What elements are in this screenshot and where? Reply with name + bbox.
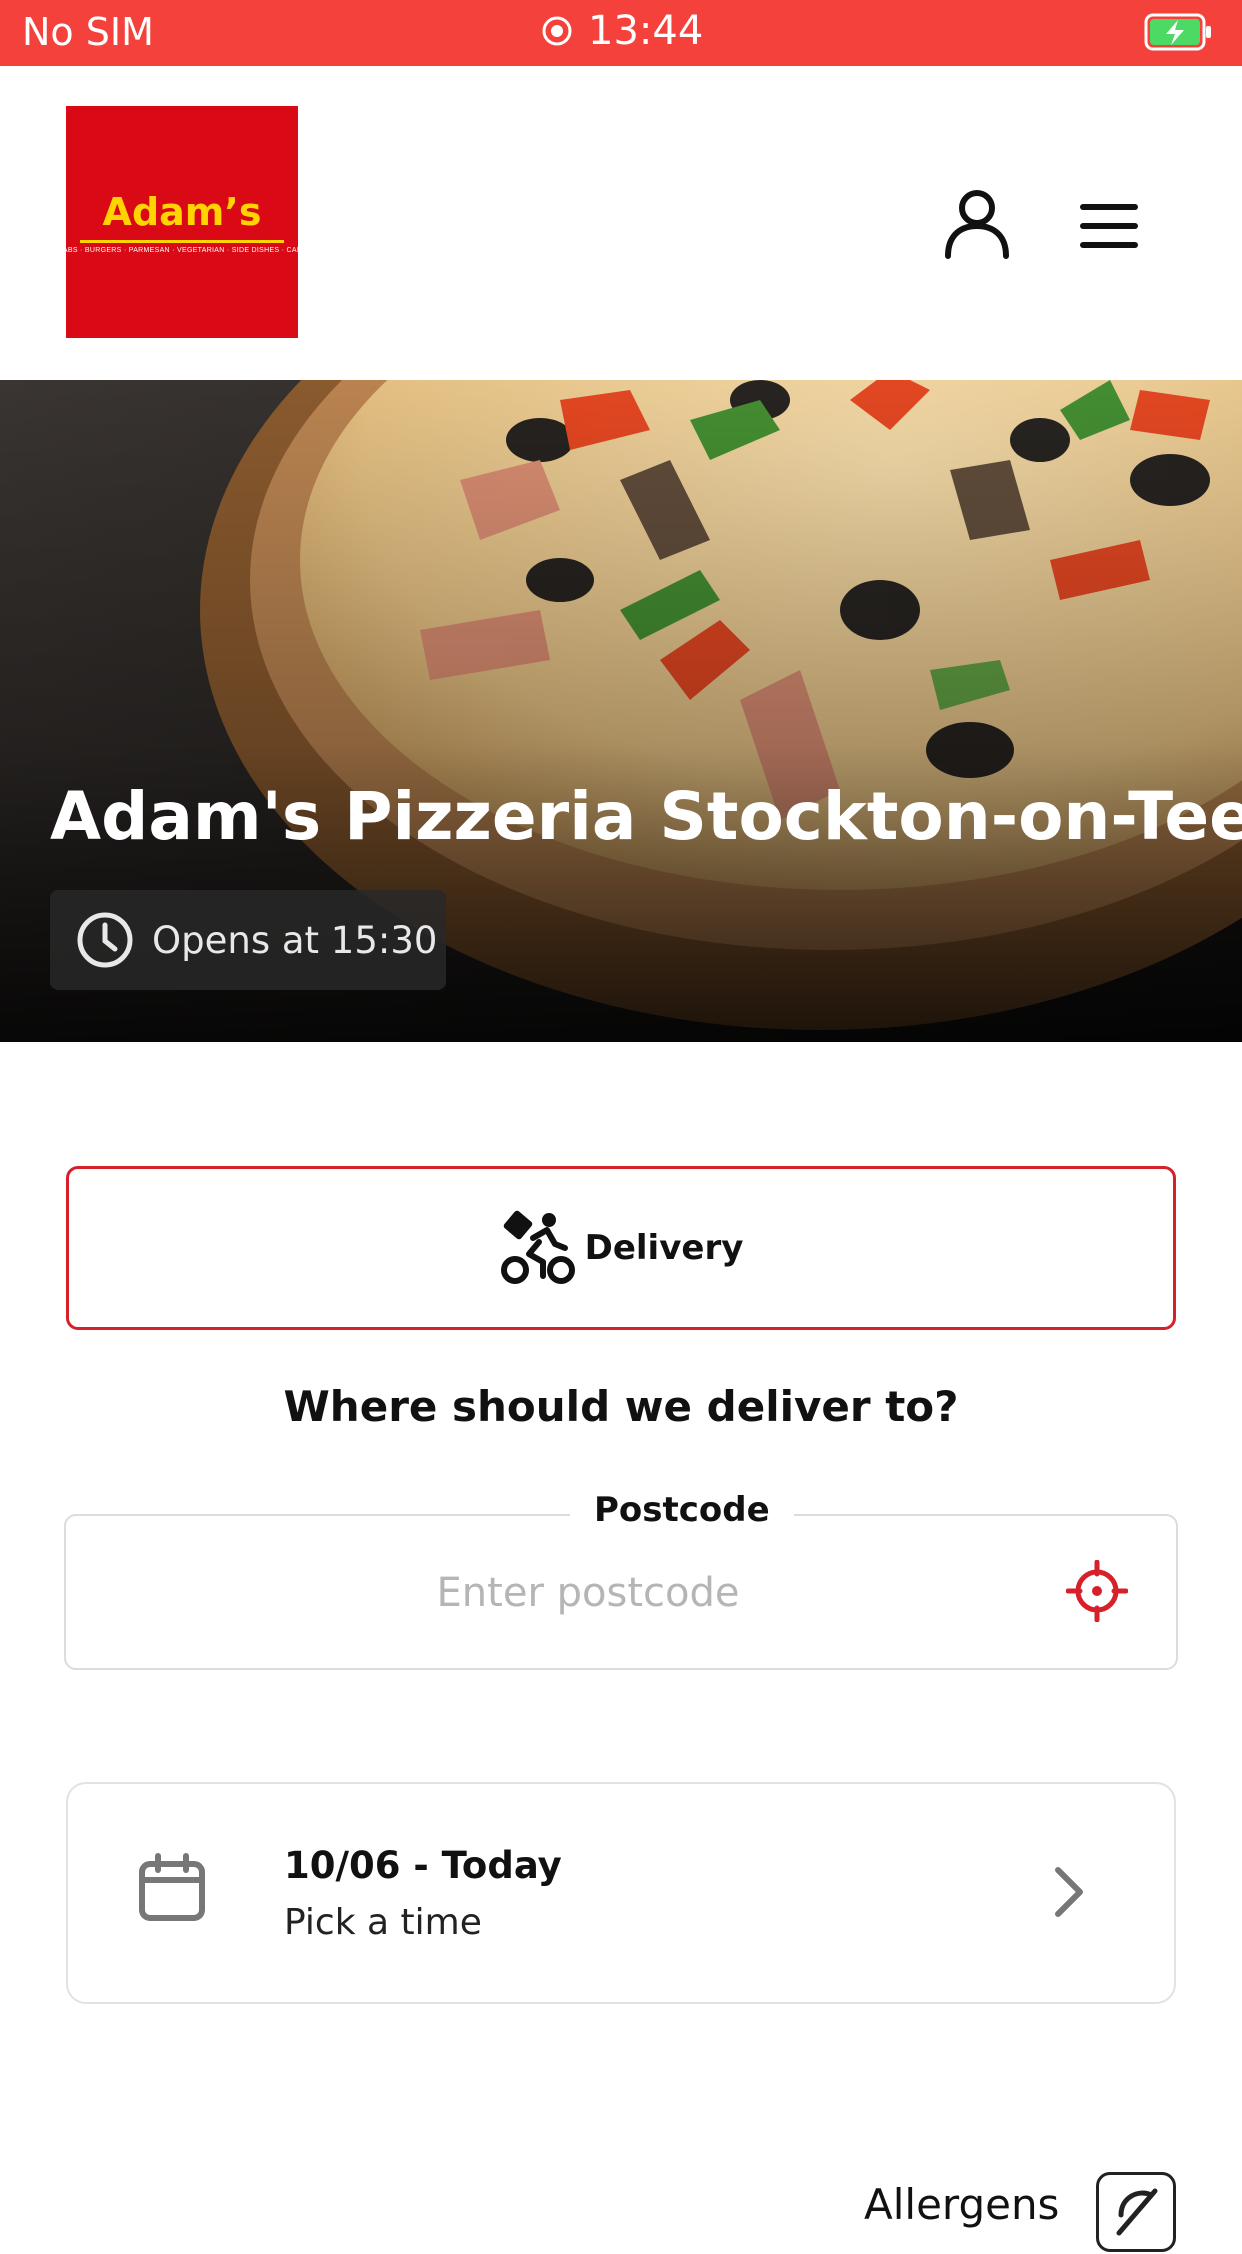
allergens-label[interactable]: Allergens bbox=[864, 2180, 1059, 2229]
app-header: Adam’s PIZZAS · KEBABS · BURGERS · PARME… bbox=[0, 66, 1242, 381]
delivery-time-picker[interactable]: 10/06 - Today Pick a time bbox=[66, 1782, 1176, 2004]
allergen-glyph bbox=[1116, 2188, 1158, 2236]
battery-charging-icon bbox=[1144, 13, 1211, 51]
logo-tagline: PIZZAS · KEBABS · BURGERS · PARMESAN · V… bbox=[14, 247, 350, 254]
postcode-label: Postcode bbox=[570, 1490, 794, 1530]
restaurant-logo[interactable]: Adam’s PIZZAS · KEBABS · BURGERS · PARME… bbox=[15, 106, 349, 338]
logo-name: Adam’s bbox=[102, 190, 262, 234]
postcode-input[interactable] bbox=[166, 1556, 1010, 1630]
restaurant-name: Adam's Pizzeria Stockton-on-Tees bbox=[50, 778, 1242, 855]
clock-icon bbox=[77, 912, 133, 968]
allergen-icon[interactable] bbox=[1096, 2172, 1176, 2252]
pick-time-label: Pick a time bbox=[284, 1902, 482, 1943]
opening-hours-text: Opens at 15:30 bbox=[152, 918, 438, 962]
carrier-label: No SIM bbox=[22, 10, 154, 54]
chevron-right-icon bbox=[1055, 1867, 1083, 1917]
delivery-mode-button[interactable]: Delivery bbox=[66, 1166, 1176, 1330]
person-icon[interactable] bbox=[940, 186, 1014, 260]
crosshair-icon[interactable] bbox=[1066, 1560, 1128, 1622]
hero-banner: Adam's Pizzeria Stockton-on-Tees Opens a… bbox=[0, 380, 1242, 1042]
calendar-icon bbox=[139, 1853, 205, 1921]
delivery-bike-icon bbox=[500, 1210, 575, 1284]
opening-hours-badge: Opens at 15:30 bbox=[50, 890, 446, 990]
clock-time: 13:44 bbox=[588, 8, 704, 54]
logo-divider bbox=[80, 240, 284, 243]
delivery-heading: Where should we deliver to? bbox=[283, 1382, 959, 1431]
delivery-mode-label: Delivery bbox=[584, 1228, 744, 1268]
hamburger-menu-icon[interactable] bbox=[1076, 196, 1142, 256]
status-time: 13:44 bbox=[540, 8, 703, 54]
screen-record-icon bbox=[542, 16, 572, 46]
postcode-field: Postcode bbox=[64, 1490, 1178, 1670]
status-bar: No SIM 13:44 bbox=[0, 0, 1242, 66]
selected-date: 10/06 - Today bbox=[284, 1844, 562, 1887]
